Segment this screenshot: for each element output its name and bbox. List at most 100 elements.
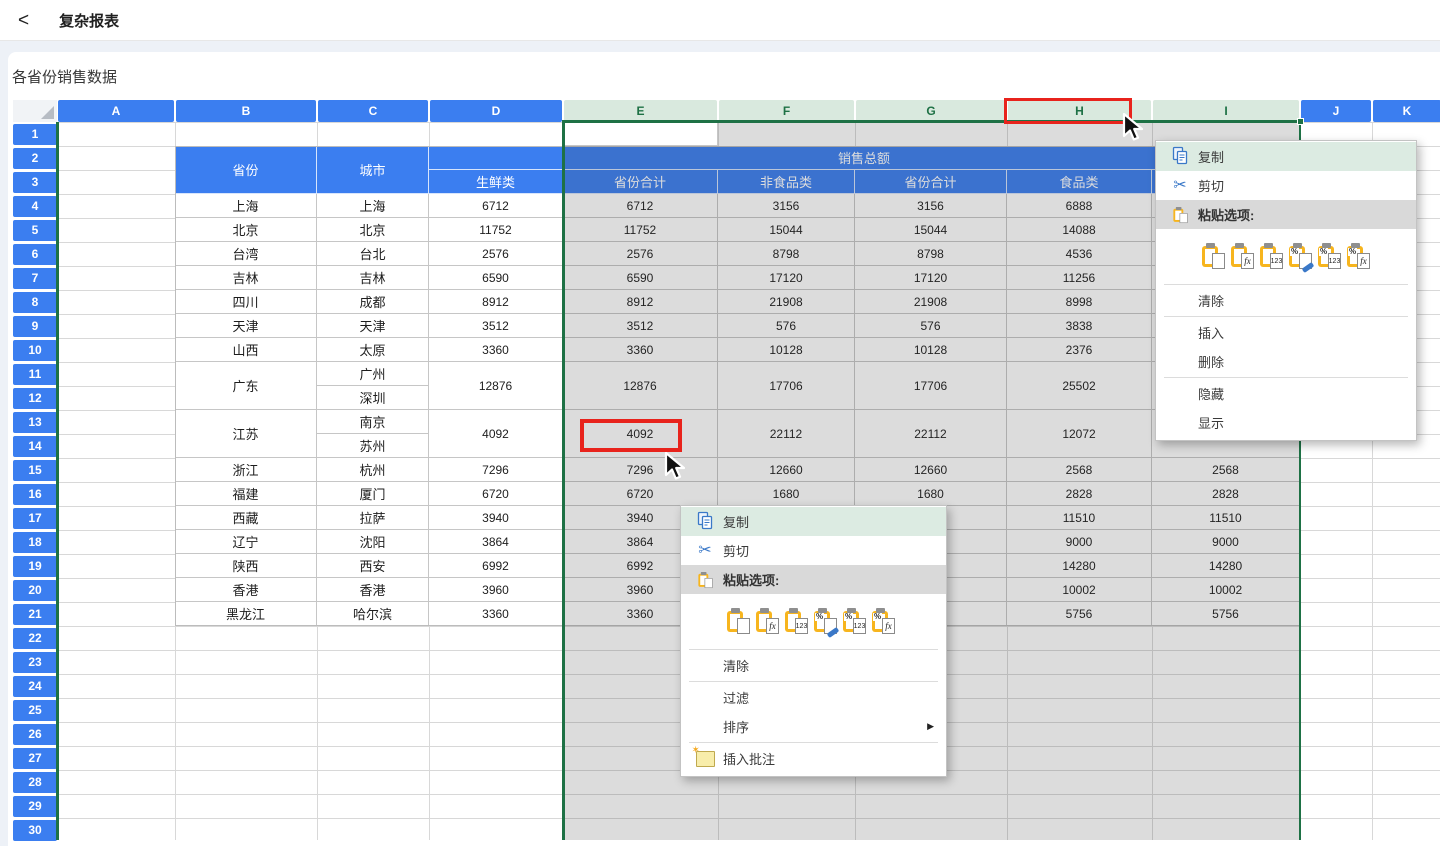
- row-header-4[interactable]: 4: [13, 196, 57, 217]
- back-icon[interactable]: <: [18, 11, 29, 30]
- column-header-I[interactable]: I: [1153, 100, 1299, 122]
- cell-B21[interactable]: 黑龙江: [175, 602, 317, 626]
- menu-item-cut[interactable]: ✂剪切: [1156, 171, 1416, 200]
- menu-item-insert[interactable]: 插入: [1156, 318, 1416, 347]
- select-all-corner[interactable]: [13, 100, 57, 122]
- row-header-10[interactable]: 10: [13, 340, 57, 361]
- paste-values-format-icon[interactable]: 123%: [843, 608, 866, 634]
- row-header-21[interactable]: 21: [13, 604, 57, 625]
- menu-item-show[interactable]: 显示: [1156, 408, 1416, 437]
- cell-D10[interactable]: 3360: [429, 338, 563, 362]
- menu-item-clear[interactable]: 清除: [1156, 286, 1416, 315]
- cell-D4[interactable]: 6712: [429, 194, 563, 218]
- cell-B13[interactable]: 江苏: [175, 410, 317, 458]
- cell-B15[interactable]: 浙江: [175, 458, 317, 482]
- column-header-J[interactable]: J: [1301, 100, 1371, 122]
- cell-B20[interactable]: 香港: [175, 578, 317, 602]
- cell-B7[interactable]: 吉林: [175, 266, 317, 290]
- cell-B4[interactable]: 上海: [175, 194, 317, 218]
- header-cell-province[interactable]: 省份: [175, 146, 317, 194]
- cell-B8[interactable]: 四川: [175, 290, 317, 314]
- row-header-11[interactable]: 11: [13, 364, 57, 385]
- column-header-E[interactable]: E: [564, 100, 717, 122]
- cell-D21[interactable]: 3360: [429, 602, 563, 626]
- cell-D11[interactable]: 12876: [429, 362, 563, 410]
- row-header-9[interactable]: 9: [13, 316, 57, 337]
- row-header-12[interactable]: 12: [13, 388, 57, 409]
- row-header-5[interactable]: 5: [13, 220, 57, 241]
- cell-D9[interactable]: 3512: [429, 314, 563, 338]
- menu-item-insert-comment[interactable]: 插入批注: [681, 744, 946, 773]
- header-cell-category-D[interactable]: 生鲜类: [429, 170, 563, 194]
- menu-item-sort[interactable]: 排序▶: [681, 712, 946, 741]
- cell-C12[interactable]: 深圳: [317, 386, 429, 410]
- cell-B9[interactable]: 天津: [175, 314, 317, 338]
- row-header-22[interactable]: 22: [13, 628, 57, 649]
- cell-D19[interactable]: 6992: [429, 554, 563, 578]
- cell-C6[interactable]: 台北: [317, 242, 429, 266]
- cell-C20[interactable]: 香港: [317, 578, 429, 602]
- row-header-18[interactable]: 18: [13, 532, 57, 553]
- cell-B5[interactable]: 北京: [175, 218, 317, 242]
- cell-C4[interactable]: 上海: [317, 194, 429, 218]
- cell-C11[interactable]: 广州: [317, 362, 429, 386]
- row-header-17[interactable]: 17: [13, 508, 57, 529]
- cell-D13[interactable]: 4092: [429, 410, 563, 458]
- cell-D20[interactable]: 3960: [429, 578, 563, 602]
- row-header-19[interactable]: 19: [13, 556, 57, 577]
- menu-item-copy[interactable]: 复制: [681, 507, 946, 536]
- cell-B10[interactable]: 山西: [175, 338, 317, 362]
- paste-default-icon[interactable]: [1202, 243, 1225, 269]
- cell-B17[interactable]: 西藏: [175, 506, 317, 530]
- row-header-7[interactable]: 7: [13, 268, 57, 289]
- active-cell-E1[interactable]: [564, 123, 718, 146]
- cell-D7[interactable]: 6590: [429, 266, 563, 290]
- menu-item-paste-options[interactable]: 粘贴选项:: [1156, 200, 1416, 229]
- row-header-27[interactable]: 27: [13, 748, 57, 769]
- row-header-30[interactable]: 30: [13, 820, 57, 841]
- cell-C19[interactable]: 西安: [317, 554, 429, 578]
- menu-item-clear[interactable]: 清除: [681, 651, 946, 680]
- cell-B19[interactable]: 陕西: [175, 554, 317, 578]
- row-header-29[interactable]: 29: [13, 796, 57, 817]
- cell-D5[interactable]: 11752: [429, 218, 563, 242]
- menu-item-delete[interactable]: 删除: [1156, 347, 1416, 376]
- cell-D15[interactable]: 7296: [429, 458, 563, 482]
- row-header-24[interactable]: 24: [13, 676, 57, 697]
- row-header-25[interactable]: 25: [13, 700, 57, 721]
- cell-C9[interactable]: 天津: [317, 314, 429, 338]
- paste-formula-format-icon[interactable]: fx%: [872, 608, 895, 634]
- cell-C5[interactable]: 北京: [317, 218, 429, 242]
- row-header-1[interactable]: 1: [13, 124, 57, 145]
- cell-C18[interactable]: 沈阳: [317, 530, 429, 554]
- cell-B16[interactable]: 福建: [175, 482, 317, 506]
- paste-formula-icon[interactable]: fx: [756, 608, 779, 634]
- column-header-A[interactable]: A: [58, 100, 174, 122]
- cell-C21[interactable]: 哈尔滨: [317, 602, 429, 626]
- row-header-14[interactable]: 14: [13, 436, 57, 457]
- column-header-K[interactable]: K: [1373, 100, 1440, 122]
- paste-default-icon[interactable]: [727, 608, 750, 634]
- row-header-2[interactable]: 2: [13, 148, 57, 169]
- menu-item-cut[interactable]: ✂剪切: [681, 536, 946, 565]
- cell-D16[interactable]: 6720: [429, 482, 563, 506]
- paste-values-icon[interactable]: 123: [1260, 243, 1283, 269]
- row-header-16[interactable]: 16: [13, 484, 57, 505]
- cell-C16[interactable]: 厦门: [317, 482, 429, 506]
- column-header-C[interactable]: C: [318, 100, 428, 122]
- cell-D17[interactable]: 3940: [429, 506, 563, 530]
- selection-handle[interactable]: [1297, 118, 1304, 125]
- row-header-26[interactable]: 26: [13, 724, 57, 745]
- menu-item-hide[interactable]: 隐藏: [1156, 379, 1416, 408]
- cell-B11[interactable]: 广东: [175, 362, 317, 410]
- cell-D18[interactable]: 3864: [429, 530, 563, 554]
- cell-C13[interactable]: 南京: [317, 410, 429, 434]
- menu-item-copy[interactable]: 复制: [1156, 142, 1416, 171]
- cell-D8[interactable]: 8912: [429, 290, 563, 314]
- paste-formula-format-icon[interactable]: fx%: [1347, 243, 1370, 269]
- column-header-B[interactable]: B: [176, 100, 316, 122]
- cell-C7[interactable]: 吉林: [317, 266, 429, 290]
- paste-values-icon[interactable]: 123: [785, 608, 808, 634]
- menu-item-filter[interactable]: 过滤: [681, 683, 946, 712]
- row-header-20[interactable]: 20: [13, 580, 57, 601]
